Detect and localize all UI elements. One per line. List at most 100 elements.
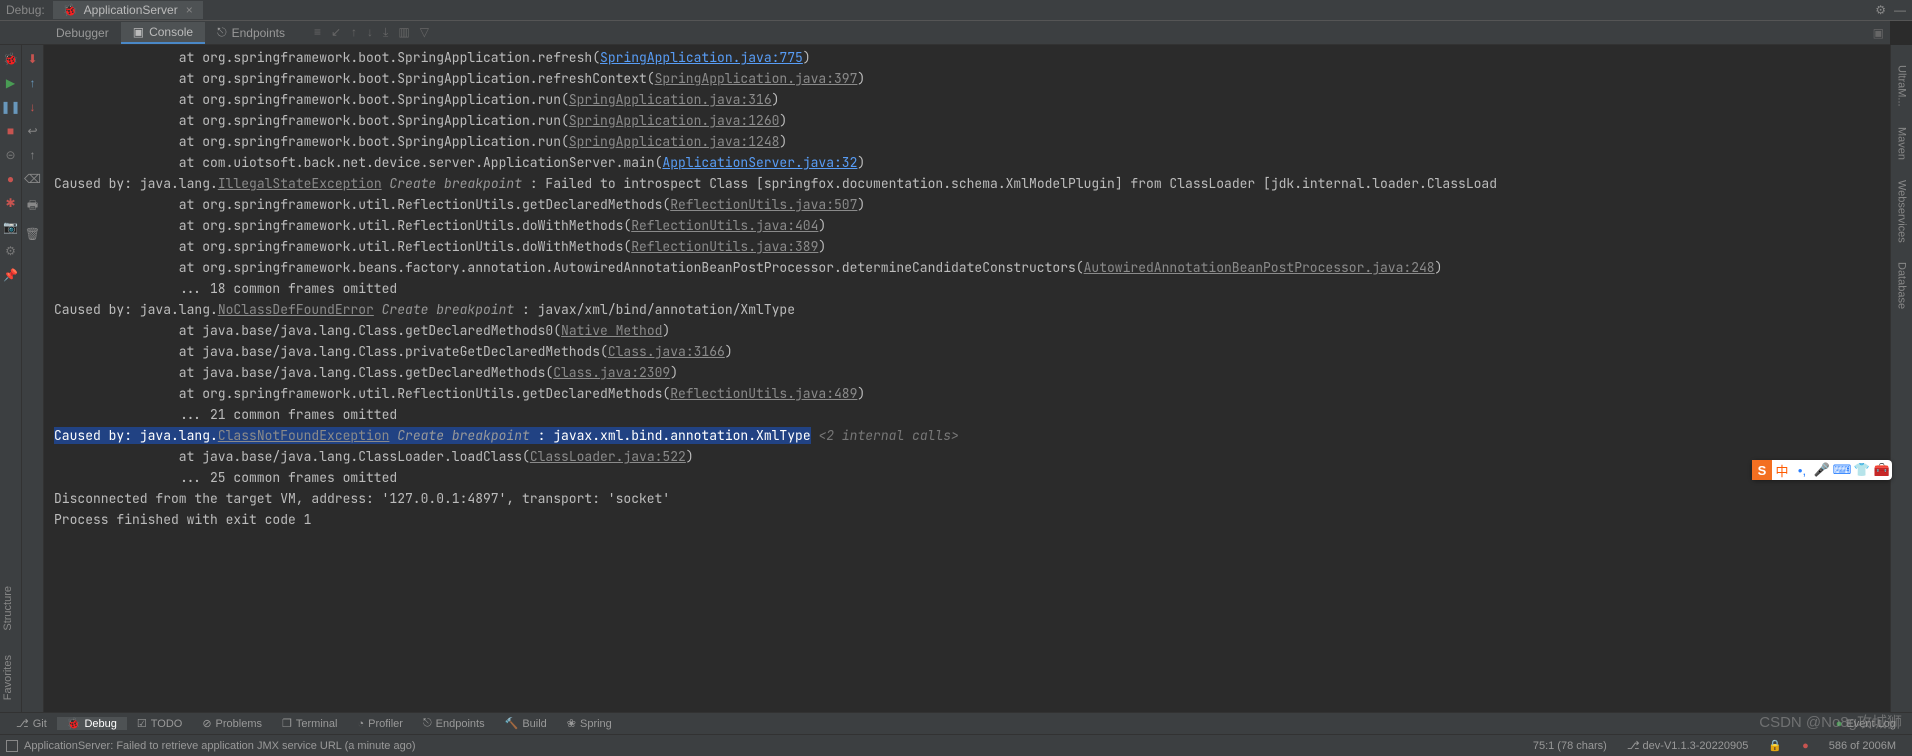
trash-icon[interactable]: 🗑 bbox=[25, 227, 40, 241]
filter-icon[interactable]: ≡ bbox=[314, 25, 321, 40]
ime-toolbar[interactable]: S 中 •, 🎤 ⌨ 👕 🧰 bbox=[1752, 460, 1892, 480]
git-branch[interactable]: ⎇ dev-V1.1.3-20220905 bbox=[1627, 739, 1749, 752]
exception-link[interactable]: IllegalStateException bbox=[218, 175, 382, 192]
stack-link[interactable]: Class.java:2309 bbox=[553, 364, 670, 381]
scroll-end-icon[interactable]: ⬇ bbox=[27, 52, 37, 66]
console-line: at org.springframework.boot.SpringApplic… bbox=[54, 131, 1890, 152]
up-stack-icon[interactable]: ↑ bbox=[30, 76, 36, 90]
stack-link[interactable]: ReflectionUtils.java:389 bbox=[631, 238, 818, 255]
console-line: Caused by: java.lang.NoClassDefFoundErro… bbox=[54, 299, 1890, 320]
tool-problems[interactable]: ⊘Problems bbox=[192, 717, 272, 730]
create-breakpoint-link[interactable]: Create breakpoint bbox=[374, 301, 522, 318]
debug-label: Debug: bbox=[6, 3, 45, 17]
ime-voice-icon[interactable]: 🎤 bbox=[1812, 460, 1832, 480]
tool-structure[interactable]: Structure bbox=[2, 586, 14, 631]
console-output[interactable]: at org.springframework.boot.SpringApplic… bbox=[44, 45, 1890, 712]
tool-debug[interactable]: 🐞Debug bbox=[57, 717, 127, 730]
stack-link[interactable]: ReflectionUtils.java:404 bbox=[631, 217, 818, 234]
lock-icon[interactable]: 🔒 bbox=[1768, 739, 1782, 752]
settings-icon[interactable]: ⚙ bbox=[5, 244, 16, 258]
stack-link[interactable]: ClassLoader.java:522 bbox=[530, 448, 686, 465]
arrow-left-icon[interactable]: ↙ bbox=[331, 25, 341, 40]
clear-icon[interactable]: ⌫ bbox=[24, 172, 41, 186]
memory-indicator[interactable]: 586 of 2006M bbox=[1829, 740, 1896, 752]
stop-icon[interactable]: ■ bbox=[7, 124, 14, 138]
stack-link[interactable]: SpringApplication.java:1260 bbox=[569, 112, 780, 129]
tab-debugger[interactable]: Debugger bbox=[44, 23, 121, 43]
left-tool-rail: Structure Favorites bbox=[2, 574, 14, 712]
minimize-icon[interactable]: — bbox=[1894, 3, 1906, 17]
tool-todo[interactable]: ☑TODO bbox=[127, 717, 192, 730]
pin-icon[interactable]: 📌 bbox=[3, 268, 18, 282]
resume-icon[interactable]: ▶ bbox=[6, 76, 15, 90]
stack-link[interactable]: ApplicationServer.java:32 bbox=[662, 154, 857, 171]
tool-maven[interactable]: Maven bbox=[1896, 127, 1908, 160]
bottom-tool-bar: ⎇Git 🐞Debug ☑TODO ⊘Problems ❐Terminal ◔P… bbox=[0, 712, 1912, 734]
todo-icon: ☑ bbox=[137, 717, 147, 730]
ime-toolbox-icon[interactable]: 🧰 bbox=[1872, 460, 1892, 480]
export-icon[interactable]: ⤓ bbox=[383, 25, 388, 40]
terminal-icon: ❐ bbox=[282, 717, 292, 730]
create-breakpoint-link[interactable]: Create breakpoint bbox=[382, 175, 530, 192]
console-line: at org.springframework.util.ReflectionUt… bbox=[54, 236, 1890, 257]
create-breakpoint-link[interactable]: Create breakpoint bbox=[389, 427, 537, 444]
ime-skin-icon[interactable]: 👕 bbox=[1852, 460, 1872, 480]
tool-webservices[interactable]: Webservices bbox=[1896, 180, 1908, 243]
tab-console[interactable]: ▣Console bbox=[121, 22, 205, 44]
stack-link[interactable]: AutowiredAnnotationBeanPostProcessor.jav… bbox=[1084, 259, 1435, 276]
ime-punct-icon[interactable]: •, bbox=[1792, 460, 1812, 480]
stack-link[interactable]: SpringApplication.java:775 bbox=[600, 49, 803, 66]
stack-link[interactable]: SpringApplication.java:397 bbox=[655, 70, 858, 87]
exception-bp-icon[interactable]: ✱ bbox=[5, 196, 15, 210]
arrow-up-icon[interactable]: ↑ bbox=[351, 25, 357, 40]
problems-icon: ⊘ bbox=[202, 717, 211, 730]
tool-spring[interactable]: ❀Spring bbox=[557, 717, 622, 730]
mute-breakpoints-icon[interactable]: ● bbox=[7, 172, 14, 186]
endpoints-icon: ⎋ bbox=[217, 25, 227, 40]
close-icon[interactable]: × bbox=[186, 3, 193, 17]
soft-wrap-icon[interactable]: ↩ bbox=[27, 124, 37, 138]
stack-link[interactable]: Native Method bbox=[561, 322, 662, 339]
down-stack-icon[interactable]: ↓ bbox=[30, 100, 36, 114]
cursor-position[interactable]: 75:1 (78 chars) bbox=[1533, 740, 1607, 752]
tool-build[interactable]: 🔨Build bbox=[495, 717, 557, 730]
ime-keyboard-icon[interactable]: ⌨ bbox=[1832, 460, 1852, 480]
view-breakpoints-icon[interactable]: ⊝ bbox=[5, 148, 15, 162]
stack-link[interactable]: ReflectionUtils.java:507 bbox=[670, 196, 857, 213]
layout-icon[interactable]: ▥ bbox=[398, 25, 409, 40]
stack-link[interactable]: ReflectionUtils.java:489 bbox=[670, 385, 857, 402]
exception-link[interactable]: NoClassDefFoundError bbox=[218, 301, 374, 318]
console-actions-rail: ⬇ ↑ ↓ ↩ ↑ ⌫ 🖶 🗑 bbox=[22, 45, 44, 712]
gear-icon[interactable]: ⚙ bbox=[1875, 3, 1886, 17]
tool-endpoints[interactable]: ⎋Endpoints bbox=[413, 717, 495, 730]
tool-profiler[interactable]: ◔Profiler bbox=[347, 718, 413, 730]
console-line: at java.base/java.lang.Class.getDeclared… bbox=[54, 362, 1890, 383]
tool-terminal[interactable]: ❐Terminal bbox=[272, 717, 347, 730]
debug-tab-bar: Debug: 🐞 ApplicationServer × ⚙ — bbox=[0, 0, 1912, 21]
ime-language[interactable]: 中 bbox=[1772, 460, 1792, 480]
exception-link[interactable]: ClassNotFoundException bbox=[218, 427, 390, 444]
print-icon[interactable]: 🖶 bbox=[27, 196, 38, 217]
status-message: ApplicationServer: Failed to retrieve ap… bbox=[24, 740, 416, 752]
stack-link[interactable]: SpringApplication.java:1248 bbox=[569, 133, 780, 150]
indicator-icon[interactable]: ● bbox=[1802, 740, 1809, 752]
pause-icon[interactable]: ❚❚ bbox=[0, 100, 20, 114]
rerun-icon[interactable]: 🐞 bbox=[3, 52, 18, 66]
tool-window-toggle-icon[interactable] bbox=[6, 740, 18, 752]
tool-ultra[interactable]: UltraM... bbox=[1896, 65, 1908, 107]
sogou-logo-icon[interactable]: S bbox=[1752, 460, 1772, 480]
tool-git[interactable]: ⎇Git bbox=[6, 717, 57, 730]
tab-endpoints[interactable]: ⎋Endpoints bbox=[205, 22, 297, 43]
camera-icon[interactable]: 📷 bbox=[3, 220, 18, 234]
console-line: Caused by: java.lang.IllegalStateExcepti… bbox=[54, 173, 1890, 194]
debug-config-tab[interactable]: 🐞 ApplicationServer × bbox=[53, 1, 203, 19]
arrow-down-icon[interactable]: ↓ bbox=[367, 25, 373, 40]
tool-database[interactable]: Database bbox=[1896, 262, 1908, 309]
filter2-icon[interactable]: ▽ bbox=[420, 25, 429, 40]
console-line: at java.base/java.lang.Class.getDeclared… bbox=[54, 320, 1890, 341]
show-details-icon[interactable]: ▣ bbox=[1873, 26, 1884, 40]
stack-link[interactable]: Class.java:3166 bbox=[608, 343, 725, 360]
stack-link[interactable]: SpringApplication.java:316 bbox=[569, 91, 772, 108]
tool-favorites[interactable]: Favorites bbox=[2, 655, 14, 700]
up2-icon[interactable]: ↑ bbox=[30, 148, 36, 162]
